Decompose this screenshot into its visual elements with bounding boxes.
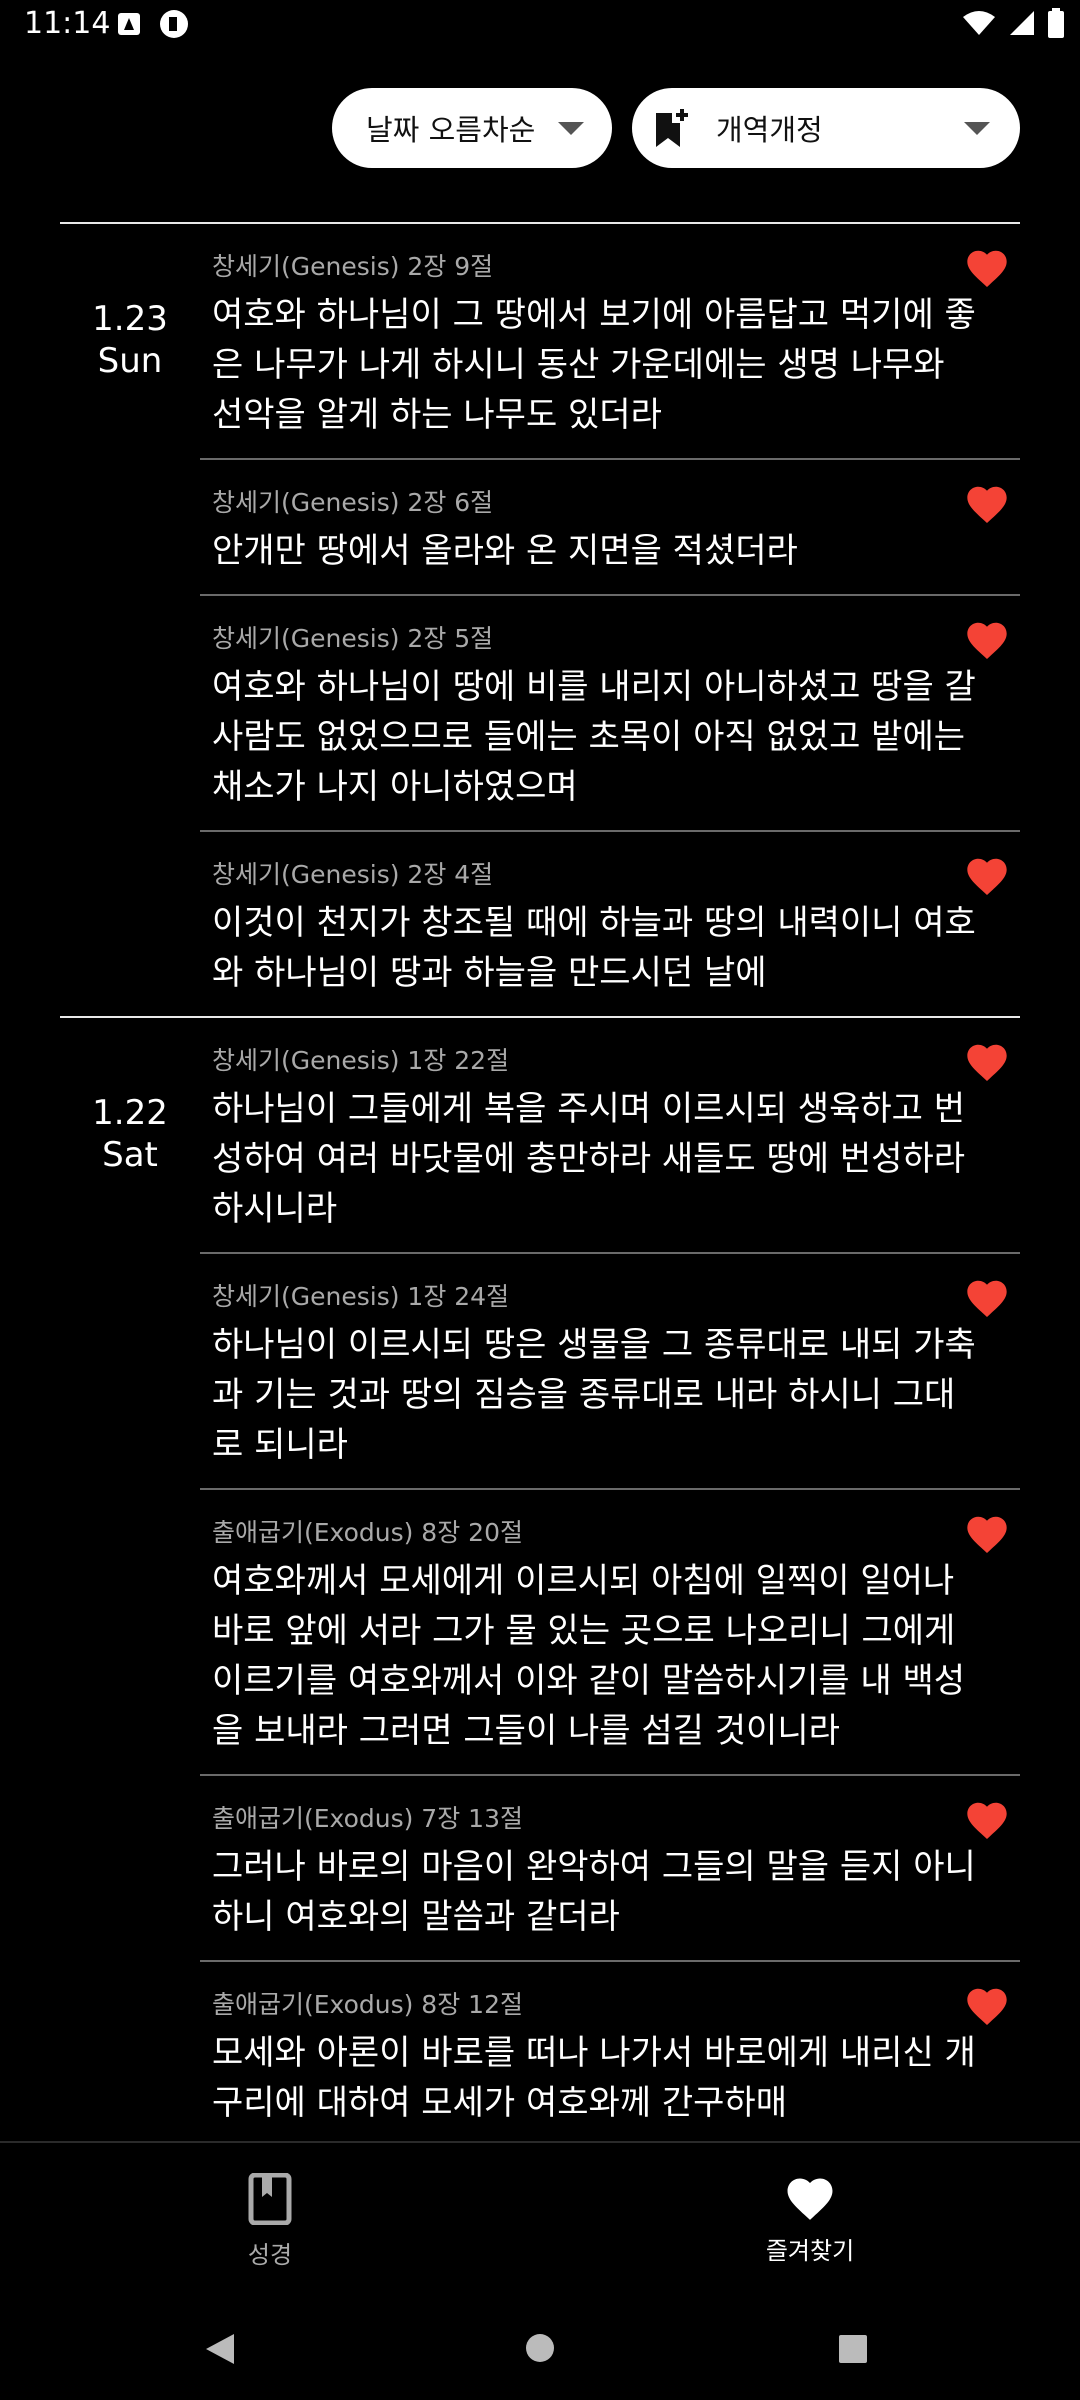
- chevron-down-icon: [964, 122, 990, 135]
- nav-favorites[interactable]: 즐겨찾기: [710, 2173, 910, 2266]
- system-navigation-bar: [0, 2310, 1080, 2400]
- verse-text: 그러나 바로의 마음이 완악하여 그들의 말을 듣지 아니하니 여호와의 말씀과…: [212, 1847, 976, 1937]
- battery-icon: [1048, 8, 1064, 38]
- verse-reference: 창세기(Genesis) 2장 9절: [212, 252, 494, 281]
- chevron-down-icon: [558, 122, 584, 135]
- verse-text: 여호와께서 모세에게 이르시되 아침에 일찍이 일어나 바로 앞에 서라 그가 …: [212, 1561, 966, 1751]
- status-bar: 11:14: [0, 0, 1080, 50]
- heart-icon[interactable]: [964, 1040, 1010, 1082]
- verse-item[interactable]: 창세기(Genesis) 2장 5절 여호와 하나님이 땅에 비를 내리지 아니…: [200, 596, 1020, 832]
- verse-reference: 창세기(Genesis) 2장 5절: [212, 624, 494, 653]
- date-day: 1.22: [92, 1093, 168, 1133]
- verse-item[interactable]: 창세기(Genesis) 2장 9절 여호와 하나님이 그 땅에서 보기에 아름…: [200, 224, 1020, 460]
- verse-text: 여호와 하나님이 그 땅에서 보기에 아름답고 먹기에 좋은 나무가 나게 하시…: [212, 295, 976, 435]
- heart-icon: [787, 2178, 833, 2220]
- verse-item[interactable]: 출애굽기(Exodus) 8장 20절 여호와께서 모세에게 이르시되 아침에 …: [200, 1490, 1020, 1776]
- wifi-icon: [963, 11, 995, 35]
- nav-bible-label: 성경: [247, 2241, 293, 2269]
- sort-order-dropdown[interactable]: 날짜 오름차순: [332, 88, 612, 168]
- verse-text: 여호와 하나님이 땅에 비를 내리지 아니하셨고 땅을 갈 사람도 없었으므로 …: [212, 667, 976, 807]
- nav-favorites-label: 즐겨찾기: [765, 2237, 855, 2265]
- verse-text: 이것이 천지가 창조될 때에 하늘과 땅의 내력이니 여호와 하나님이 땅과 하…: [212, 903, 976, 993]
- verse-reference: 창세기(Genesis) 1장 22절: [212, 1046, 510, 1075]
- heart-icon[interactable]: [964, 1984, 1010, 2026]
- verse-item[interactable]: 창세기(Genesis) 2장 6절 안개만 땅에서 올라와 온 지면을 적셨더…: [200, 460, 1020, 596]
- heart-icon[interactable]: [964, 482, 1010, 524]
- verse-item[interactable]: 창세기(Genesis) 1장 22절 하나님이 그들에게 복을 주시며 이르시…: [200, 1018, 1020, 1254]
- verse-reference: 출애굽기(Exodus) 8장 20절: [212, 1518, 523, 1547]
- verse-reference: 출애굽기(Exodus) 8장 12절: [212, 1990, 523, 2019]
- notification-app-icon: [160, 10, 188, 38]
- date-weekday: Sat: [102, 1135, 158, 1175]
- verse-reference: 창세기(Genesis) 1장 24절: [212, 1282, 510, 1311]
- favorites-list[interactable]: 1.23 Sun 창세기(Genesis) 2장 9절 여호와 하나님이 그 땅…: [0, 222, 1080, 2142]
- heart-icon[interactable]: [964, 1798, 1010, 1840]
- verse-item[interactable]: 출애굽기(Exodus) 8장 12절 모세와 아론이 바로를 떠나 나가서 바…: [200, 1962, 1020, 2142]
- bookmark-add-icon: [656, 109, 688, 147]
- date-day: 1.23: [92, 299, 168, 339]
- verse-text: 하나님이 이르시되 땅은 생물을 그 종류대로 내되 가축과 기는 것과 땅의 …: [212, 1325, 976, 1465]
- heart-icon[interactable]: [964, 246, 1010, 288]
- status-time: 11:14: [24, 6, 111, 41]
- home-icon[interactable]: [524, 2332, 556, 2364]
- signal-icon: [1010, 11, 1034, 35]
- verse-text: 안개만 땅에서 올라와 온 지면을 적셨더라: [212, 531, 798, 571]
- verse-text: 모세와 아론이 바로를 떠나 나가서 바로에게 내리신 개구리에 대하여 모세가…: [212, 2033, 976, 2123]
- filter-controls: 날짜 오름차순 개역개정: [0, 88, 1080, 168]
- bible-version-dropdown[interactable]: 개역개정: [632, 88, 1020, 168]
- verse-item[interactable]: 출애굽기(Exodus) 7장 13절 그러나 바로의 마음이 완악하여 그들의…: [200, 1776, 1020, 1962]
- back-icon[interactable]: [204, 2332, 236, 2366]
- nav-bible[interactable]: 성경: [170, 2172, 370, 2270]
- verse-text: 하나님이 그들에게 복을 주시며 이르시되 생육하고 번성하여 여러 바닷물에 …: [212, 1089, 966, 1229]
- date-group: 1.23 Sun 창세기(Genesis) 2장 9절 여호와 하나님이 그 땅…: [60, 222, 1020, 1016]
- notification-a-icon: [118, 13, 140, 35]
- verse-item[interactable]: 창세기(Genesis) 1장 24절 하나님이 이르시되 땅은 생물을 그 종…: [200, 1254, 1020, 1490]
- recents-icon[interactable]: [838, 2334, 868, 2364]
- bible-version-label: 개역개정: [716, 113, 823, 147]
- date-weekday: Sun: [97, 341, 163, 381]
- book-icon: [248, 2172, 292, 2226]
- heart-icon[interactable]: [964, 854, 1010, 896]
- verse-reference: 창세기(Genesis) 2장 6절: [212, 488, 494, 517]
- verse-reference: 출애굽기(Exodus) 7장 13절: [212, 1804, 523, 1833]
- date-label: 1.23 Sun: [60, 298, 200, 382]
- date-label: 1.22 Sat: [60, 1092, 200, 1176]
- date-group: 1.22 Sat 창세기(Genesis) 1장 22절 하나님이 그들에게 복…: [60, 1016, 1020, 2142]
- sort-order-label: 날짜 오름차순: [366, 113, 536, 147]
- heart-icon[interactable]: [964, 618, 1010, 660]
- verse-reference: 창세기(Genesis) 2장 4절: [212, 860, 494, 889]
- bottom-navigation: 성경 즐겨찾기: [0, 2141, 1080, 2303]
- heart-icon[interactable]: [964, 1512, 1010, 1554]
- status-indicators: [962, 8, 1064, 38]
- verse-item[interactable]: 창세기(Genesis) 2장 4절 이것이 천지가 창조될 때에 하늘과 땅의…: [200, 832, 1020, 1016]
- heart-icon[interactable]: [964, 1276, 1010, 1318]
